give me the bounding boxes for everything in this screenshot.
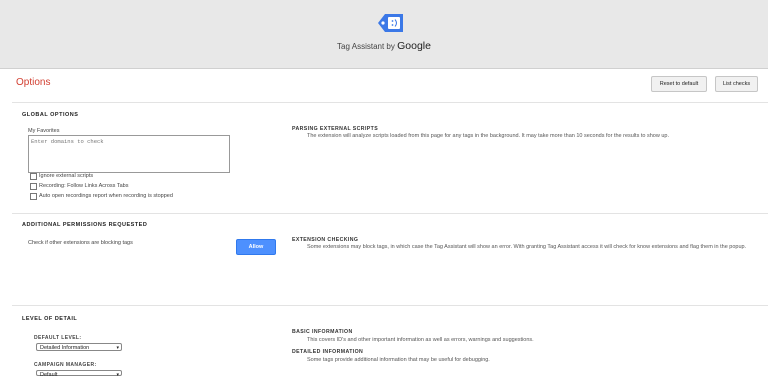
parsing-external-scripts-title: PARSING EXTERNAL SCRIPTS — [292, 126, 379, 132]
default-level-value: Detailed Information — [40, 345, 90, 351]
ignore-external-scripts-checkbox[interactable] — [30, 173, 37, 180]
checkbox-label: Recording: Follow Links Across Tabs — [39, 183, 129, 189]
section-divider — [12, 102, 768, 103]
global-options-title: GLOBAL OPTIONS — [22, 112, 79, 118]
default-level-label: DEFAULT LEVEL: — [34, 335, 82, 341]
checkbox-label: Ignore external scripts — [39, 173, 94, 179]
section-divider — [12, 305, 768, 306]
header: Tag Assistant by Google — [0, 0, 768, 68]
basic-information-text: This covers ID's and other important inf… — [307, 337, 534, 343]
campaign-manager-value: Default — [40, 372, 58, 378]
extension-checking-title: EXTENSION CHECKING — [292, 237, 359, 243]
list-checks-button[interactable]: List checks — [715, 76, 758, 92]
brand-prefix: Tag Assistant by — [337, 42, 395, 51]
favorites-input[interactable] — [28, 135, 230, 173]
chevron-down-icon: ▾ — [116, 372, 119, 378]
checkbox-label: Auto open recordings report when recordi… — [39, 193, 173, 199]
auto-open-report-checkbox[interactable] — [30, 193, 37, 200]
campaign-manager-label: CAMPAIGN MANAGER: — [34, 362, 97, 368]
level-of-detail-title: LEVEL OF DETAIL — [22, 316, 78, 322]
permissions-text: Check if other extensions are blocking t… — [28, 240, 133, 246]
parsing-external-scripts-text: The extension will analyze scripts loade… — [307, 133, 669, 139]
default-level-select[interactable]: Detailed Information ▾ — [36, 343, 122, 351]
tag-icon — [378, 14, 403, 32]
permissions-title: ADDITIONAL PERMISSIONS REQUESTED — [22, 222, 148, 228]
follow-links-checkbox[interactable] — [30, 183, 37, 190]
chevron-down-icon: ▾ — [116, 345, 119, 351]
basic-information-title: BASIC INFORMATION — [292, 329, 353, 335]
page-title: Options — [16, 77, 51, 88]
favorites-label: My Favorites — [28, 128, 60, 134]
section-divider — [12, 213, 768, 214]
extension-checking-text: Some extensions may block tags, in which… — [307, 244, 747, 250]
header-divider — [0, 68, 768, 69]
brand-text: Tag Assistant by Google — [0, 40, 768, 52]
brand-name: Google — [397, 40, 431, 52]
allow-button[interactable]: Allow — [236, 239, 276, 255]
detailed-information-text: Some tags provide additional information… — [307, 357, 490, 363]
campaign-manager-select[interactable]: Default ▾ — [36, 370, 122, 378]
detailed-information-title: DETAILED INFORMATION — [292, 349, 364, 355]
reset-button[interactable]: Reset to default — [651, 76, 707, 92]
